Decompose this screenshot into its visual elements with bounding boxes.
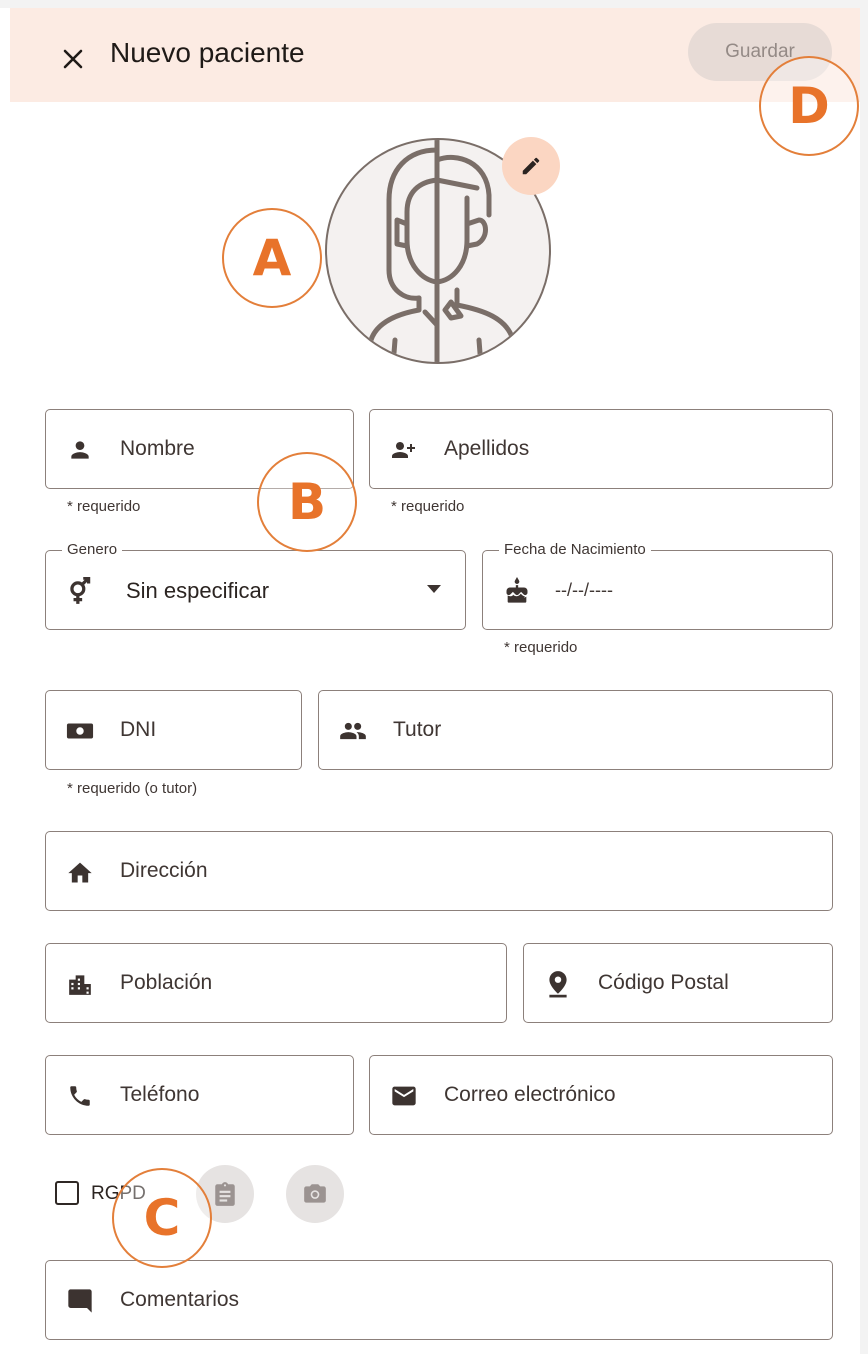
codigo-postal-label: Código Postal [598,971,729,994]
comentarios-label: Comentarios [120,1288,240,1311]
nombre-helper: * requerido [67,498,141,515]
location-pin-icon [544,970,572,998]
annotation-marker-d: D [759,56,859,156]
rgpd-checkbox[interactable] [55,1181,79,1205]
genero-value: Sin especificar [126,578,270,603]
camera-button[interactable] [286,1165,344,1223]
dni-field[interactable]: DNI [45,690,302,770]
codigo-postal-field[interactable]: Código Postal [523,943,833,1023]
comentarios-field[interactable]: Comentarios [45,1260,833,1340]
direccion-field[interactable]: Dirección [45,831,833,911]
comment-icon [66,1287,94,1315]
apellidos-label: Apellidos [444,437,530,460]
clipboard-icon [215,1182,235,1206]
annotation-marker-c: C [112,1168,212,1268]
fecha-nacimiento-field[interactable]: Fecha de Nacimiento --/--/---- [482,541,833,630]
telefono-field[interactable]: Teléfono [45,1055,354,1135]
page-title: Nuevo paciente [110,37,305,68]
annotation-marker-a: A [222,208,322,308]
gender-icon [66,577,94,605]
apellidos-field[interactable]: Apellidos [369,409,833,489]
window-right-edge [860,0,868,1354]
poblacion-label: Población [120,971,213,994]
dni-label: DNI [120,718,157,741]
genero-select[interactable]: Genero Sin especificar [45,541,466,630]
close-icon [63,49,83,69]
fecha-value: --/--/---- [555,580,613,600]
home-icon [66,858,94,886]
person-icon [66,436,94,464]
direccion-label: Dirección [120,859,208,882]
camera-icon [304,1184,326,1203]
tutor-field[interactable]: Tutor [318,690,833,770]
edit-photo-button[interactable] [502,137,560,195]
city-icon [66,970,94,998]
group-icon [339,717,367,745]
genero-legend: Genero [62,541,123,558]
phone-icon [66,1082,94,1110]
fecha-legend: Fecha de Nacimiento [499,541,651,558]
id-card-icon [66,717,94,745]
nombre-label: Nombre [120,437,195,460]
correo-label: Correo electrónico [444,1083,616,1106]
telefono-label: Teléfono [120,1083,200,1106]
close-button[interactable] [48,34,98,84]
app-bar: Nuevo paciente Guardar [10,8,860,102]
annotation-marker-b: B [257,452,357,552]
poblacion-field[interactable]: Población [45,943,507,1023]
apellidos-helper: * requerido [391,498,465,515]
dni-helper: * requerido (o tutor) [67,780,198,797]
pencil-icon [522,157,540,175]
person-add-icon [390,436,418,464]
correo-field[interactable]: Correo electrónico [369,1055,833,1135]
dropdown-arrow-icon [427,585,441,593]
fecha-helper: * requerido [504,639,578,656]
tutor-label: Tutor [393,718,442,741]
window-top-edge [0,0,868,8]
cake-icon [503,577,531,605]
email-icon [390,1082,418,1110]
